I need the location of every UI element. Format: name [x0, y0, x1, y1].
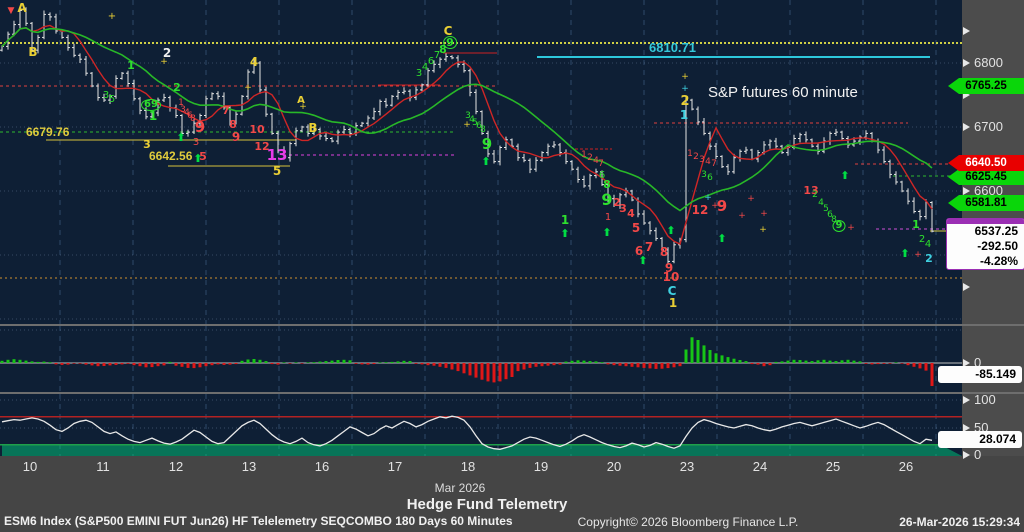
chart-title: S&P futures 60 minute	[708, 84, 858, 101]
right-price-axis	[962, 0, 1024, 456]
support-level-label-2: 6642.56	[149, 149, 192, 163]
panel-divider-2[interactable]	[0, 392, 1024, 394]
panel-divider-1[interactable]	[0, 324, 1024, 326]
watermark-text: Hedge Fund Telemetry	[407, 496, 568, 513]
footer-security-description: ESM6 Index (S&P500 EMINI FUT Jun26) HF T…	[4, 514, 513, 528]
month-label: Mar 2026	[435, 481, 486, 495]
main-price-panel[interactable]	[0, 0, 962, 324]
support-level-label-1: 6679.76	[26, 125, 69, 139]
resistance-level-label: 6810.71	[649, 40, 696, 55]
footer-copyright: Copyright© 2026 Bloomberg Finance L.P.	[578, 515, 799, 529]
momentum-histogram-panel[interactable]	[0, 326, 962, 392]
bloomberg-chart-window: S&P futures 60 minute 6679.76 6642.56 68…	[0, 0, 1024, 532]
oscillator-panel[interactable]	[0, 394, 962, 456]
footer-timestamp: 26-Mar-2026 15:29:34	[899, 515, 1020, 529]
